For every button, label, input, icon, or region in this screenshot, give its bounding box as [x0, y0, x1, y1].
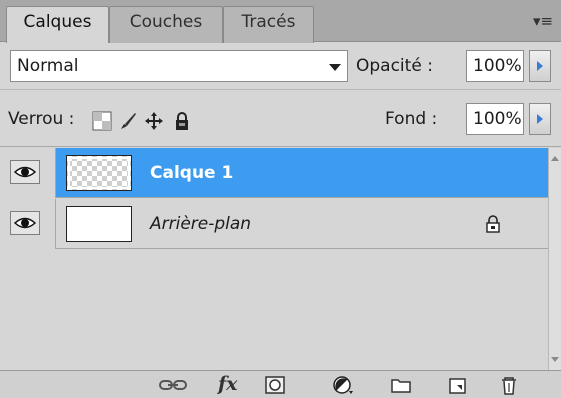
fill-label: Fond :: [385, 109, 438, 129]
lock-all-icon[interactable]: [172, 111, 192, 131]
eye-icon: [13, 166, 37, 178]
blend-mode-select[interactable]: Normal: [10, 50, 348, 82]
opacity-slider-button[interactable]: [529, 50, 551, 82]
layers-toolbar: fx: [0, 370, 561, 398]
lock-row: Verrou : Fond : 100%: [0, 91, 561, 147]
layers-panel: Calques Couches Tracés ▾≡ Normal Opacité…: [0, 0, 561, 398]
tab-calques[interactable]: Calques: [6, 6, 109, 43]
layer-visibility-cell[interactable]: [0, 199, 56, 249]
layer-thumbnail-transparent[interactable]: [66, 155, 132, 191]
delete-layer-icon[interactable]: [498, 375, 520, 395]
panel-menu-icon[interactable]: ▾≡: [533, 13, 553, 29]
new-layer-icon[interactable]: [446, 375, 468, 395]
layer-row-calque-1[interactable]: Calque 1: [0, 148, 548, 198]
layer-list-scrollbar[interactable]: [548, 148, 561, 370]
chevron-down-icon: [329, 64, 341, 71]
tab-couches[interactable]: Couches: [109, 6, 223, 43]
layer-name[interactable]: Calque 1: [150, 148, 233, 198]
opacity-label: Opacité :: [356, 56, 433, 76]
fill-input[interactable]: 100%: [466, 103, 524, 135]
link-layers-icon[interactable]: [158, 375, 188, 395]
layer-row-arriere-plan[interactable]: Arrière-plan: [0, 199, 548, 249]
eye-icon: [13, 217, 37, 229]
layer-thumbnail-white[interactable]: [66, 206, 132, 242]
add-mask-icon[interactable]: [264, 375, 286, 395]
lock-transparent-pixels-icon[interactable]: [92, 111, 112, 131]
new-group-icon[interactable]: [390, 375, 412, 395]
visibility-toggle[interactable]: [10, 211, 40, 235]
layer-list: Calque 1 Arrière-plan: [0, 148, 548, 370]
scroll-down-arrow-icon[interactable]: [551, 357, 559, 362]
visibility-toggle[interactable]: [10, 160, 40, 184]
scroll-up-arrow-icon[interactable]: [551, 156, 559, 161]
layer-visibility-cell[interactable]: [0, 148, 56, 198]
opacity-input[interactable]: 100%: [466, 50, 524, 82]
layer-name[interactable]: Arrière-plan: [150, 199, 251, 249]
fill-slider-button[interactable]: [529, 103, 551, 135]
panel-tab-bar: Calques Couches Tracés ▾≡: [0, 0, 561, 43]
blend-row: Normal Opacité : 100%: [0, 42, 561, 90]
lock-label: Verrou :: [8, 109, 75, 129]
lock-position-icon[interactable]: [144, 111, 164, 131]
layer-style-icon[interactable]: fx: [218, 371, 238, 397]
lock-image-pixels-icon[interactable]: [118, 111, 138, 131]
blend-mode-value: Normal: [17, 56, 79, 76]
adjustment-layer-icon[interactable]: [332, 375, 354, 395]
tab-traces[interactable]: Tracés: [223, 6, 314, 43]
layer-lock-icon: [486, 215, 500, 233]
